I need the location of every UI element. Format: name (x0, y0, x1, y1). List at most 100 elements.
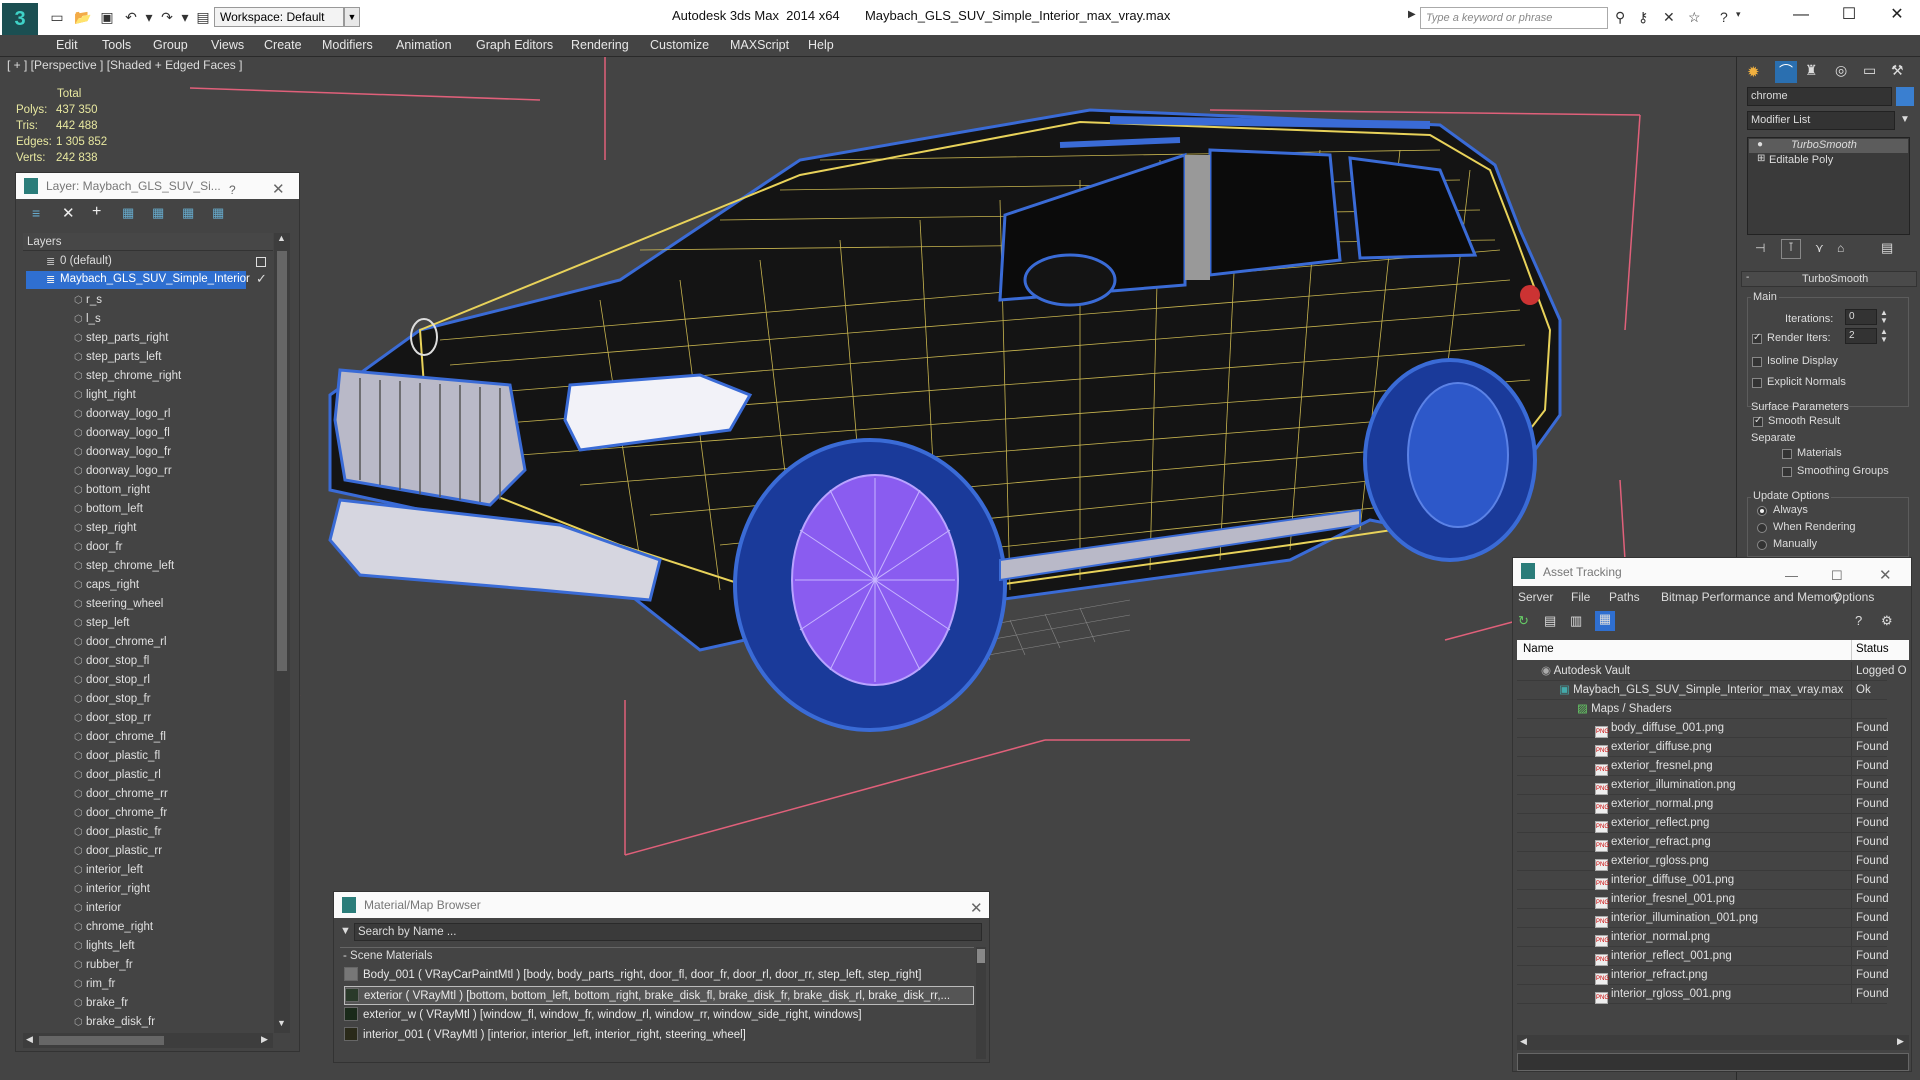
material-row-selected[interactable]: exterior ( VRayMtl ) [bottom, bottom_lef… (344, 986, 974, 1005)
project-folder-icon[interactable]: ▤ (194, 8, 212, 26)
redo-icon[interactable]: ↷ (158, 8, 176, 26)
h-scroll-thumb[interactable] (39, 1036, 164, 1045)
select-layer-icon[interactable]: ▦ (122, 205, 134, 221)
workspace-selector[interactable]: Workspace: Default (214, 7, 344, 27)
asset-row[interactable]: PNG exterior_normal.png Found (1517, 795, 1889, 814)
render-iters-checkbox[interactable] (1752, 332, 1762, 344)
asset-row[interactable]: PNG exterior_refract.png Found (1517, 833, 1889, 852)
pin-stack-icon[interactable]: ⊣ (1755, 241, 1765, 255)
render-iters-spinner-arrows-icon[interactable]: ▲ ▼ (1880, 328, 1888, 344)
motion-tab-icon[interactable]: ◎ (1835, 62, 1847, 79)
menu-create[interactable]: Create (264, 38, 302, 52)
asset-menu-options[interactable]: Options (1833, 590, 1874, 604)
update-manually-radio[interactable] (1757, 540, 1767, 550)
menu-edit[interactable]: Edit (56, 38, 78, 52)
update-when-rendering-radio[interactable] (1757, 523, 1767, 533)
asset-row[interactable]: PNG interior_reflect_001.png Found (1517, 947, 1889, 966)
update-always-radio[interactable] (1757, 506, 1767, 516)
asset-row[interactable]: ▨ Maps / Shaders (1517, 700, 1887, 719)
menu-views[interactable]: Views (211, 38, 244, 52)
viewport-label[interactable]: [ + ] [Perspective ] [Shaded + Edged Fac… (7, 58, 242, 72)
add-to-layer-icon[interactable]: + (92, 203, 101, 221)
create-tab-icon[interactable]: ✹ (1747, 63, 1760, 81)
open-file-icon[interactable]: 📂 (74, 8, 92, 26)
menu-modifiers[interactable]: Modifiers (322, 38, 373, 52)
modifier-list-arrow-icon[interactable]: ▼ (1900, 114, 1910, 125)
asset-row[interactable]: PNG body_diffuse_001.png Found (1517, 719, 1889, 738)
redo-dropdown-icon[interactable]: ▾ (176, 8, 194, 26)
stack-item-turbosmooth[interactable]: ● TurboSmooth (1749, 139, 1908, 153)
table-view-icon[interactable]: ▦ (1595, 611, 1615, 631)
display-tab-icon[interactable]: ▭ (1863, 62, 1876, 79)
modifier-list-dropdown[interactable]: Modifier List (1747, 111, 1895, 130)
layer-unchecked-box[interactable] (256, 257, 266, 267)
subscription-icon[interactable]: ⚷ (1638, 9, 1648, 26)
workspace-dropdown-icon[interactable]: ▼ (344, 7, 360, 27)
asset-settings-icon[interactable]: ⚙ (1881, 613, 1893, 629)
isoline-display-checkbox[interactable] (1752, 357, 1762, 367)
asset-row[interactable]: PNG interior_rgloss_001.png Found (1517, 985, 1889, 1004)
search-expand-icon[interactable]: ▶ (1408, 9, 1416, 20)
search-input[interactable]: Type a keyword or phrase (1420, 7, 1608, 29)
material-search-input[interactable]: Search by Name ... (354, 923, 982, 941)
render-iters-spinner[interactable]: 2 (1845, 328, 1877, 344)
asset-row[interactable]: PNG exterior_fresnel.png Found (1517, 757, 1889, 776)
lightbulb-icon[interactable]: ● (1757, 139, 1763, 150)
modify-tab-icon[interactable]: ⌒ (1775, 61, 1797, 83)
asset-row[interactable]: ◉ Autodesk Vault Logged O (1517, 662, 1907, 681)
asset-row[interactable]: PNG interior_fresnel_001.png Found (1517, 890, 1889, 909)
make-unique-icon[interactable]: ⋎ (1815, 241, 1824, 255)
asset-menu-file[interactable]: File (1571, 590, 1590, 604)
scroll-left-icon[interactable]: ◀ (1520, 1036, 1527, 1047)
new-layer-icon[interactable]: ≡ (32, 205, 40, 221)
menu-maxscript[interactable]: MAXScript (730, 38, 789, 52)
menu-group[interactable]: Group (153, 38, 188, 52)
collapse-icon[interactable]: - (1746, 272, 1749, 283)
scroll-left-icon[interactable]: ◀ (26, 1034, 33, 1045)
scroll-thumb[interactable] (977, 949, 985, 963)
asset-help-icon[interactable]: ? (1855, 613, 1862, 628)
iterations-spinner[interactable]: 0 (1845, 309, 1877, 325)
app-logo-icon[interactable]: 3 (2, 3, 38, 35)
list-view-icon[interactable]: ▤ (1544, 613, 1556, 629)
favorites-star-icon[interactable]: ☆ (1688, 9, 1701, 26)
layers-column-header[interactable]: Layers (23, 233, 273, 251)
materials-checkbox[interactable] (1782, 449, 1792, 459)
asset-row[interactable]: PNG exterior_rgloss.png Found (1517, 852, 1889, 871)
menu-animation[interactable]: Animation (396, 38, 452, 52)
material-browser-close-button[interactable]: ✕ (970, 896, 983, 922)
asset-row[interactable]: PNG interior_illumination_001.png Found (1517, 909, 1889, 928)
smoothing-groups-checkbox[interactable] (1782, 467, 1792, 477)
undo-dropdown-icon[interactable]: ▾ (140, 8, 158, 26)
remove-modifier-icon[interactable]: ⌂ (1837, 241, 1844, 255)
asset-h-scrollbar[interactable]: ◀ ▶ (1517, 1035, 1909, 1050)
hierarchy-tab-icon[interactable]: ♜ (1805, 62, 1818, 79)
hide-all-layers-icon[interactable]: ▦ (182, 205, 194, 221)
default-layer-row[interactable]: ≣ 0 (default) (26, 253, 286, 271)
scroll-thumb[interactable] (277, 251, 287, 671)
communication-icon[interactable]: ✕ (1663, 9, 1675, 26)
col-name-header[interactable]: Name (1523, 643, 1554, 655)
object-color-swatch[interactable] (1896, 87, 1914, 106)
material-row[interactable]: exterior_w ( VRayMtl ) [window_fl, windo… (344, 1006, 974, 1025)
asset-row[interactable]: PNG exterior_diffuse.png Found (1517, 738, 1889, 757)
layer-vertical-scrollbar[interactable]: ▲ ▼ (274, 233, 290, 1033)
scene-materials-group[interactable]: - Scene Materials (340, 947, 974, 965)
smooth-result-checkbox[interactable] (1753, 415, 1763, 427)
asset-menu-server[interactable]: Server (1518, 590, 1553, 604)
utilities-tab-icon[interactable]: ⚒ (1891, 62, 1904, 79)
scroll-down-icon[interactable]: ▼ (277, 1018, 286, 1028)
configure-sets-icon[interactable]: ▤ (1881, 240, 1893, 256)
freeze-all-layers-icon[interactable]: ▦ (212, 205, 224, 221)
new-file-icon[interactable]: ▭ (48, 8, 66, 26)
help-icon[interactable]: ? (1720, 9, 1728, 25)
save-file-icon[interactable]: ▣ (98, 8, 116, 26)
scroll-right-icon[interactable]: ▶ (1897, 1036, 1904, 1047)
highlight-layer-icon[interactable]: ▦ (152, 205, 164, 221)
menu-graph-editors[interactable]: Graph Editors (476, 38, 553, 52)
delete-layer-icon[interactable]: ✕ (62, 204, 75, 222)
asset-row[interactable]: ▣ Maybach_GLS_SUV_Simple_Interior_max_vr… (1517, 681, 1887, 700)
help-dropdown-icon[interactable]: ▾ (1736, 9, 1741, 20)
current-layer-check-icon[interactable]: ✓ (256, 271, 267, 287)
scroll-right-icon[interactable]: ▶ (261, 1034, 268, 1045)
